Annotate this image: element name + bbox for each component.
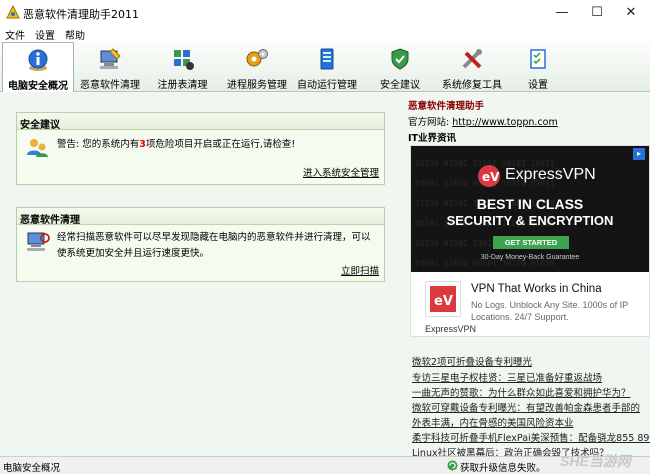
- panel-title: 恶意软件清理: [17, 208, 384, 226]
- scan-now-link[interactable]: 立即扫描: [341, 264, 379, 280]
- security-advice-panel: 安全建议 警告: 您的系统内有3项危险项目开启或正在运行,请检查! 进入系统安全…: [16, 112, 385, 185]
- news-item[interactable]: 微软可穿戴设备专利曝光：有望改善帕金森患者手部的: [412, 400, 640, 414]
- settings-checklist-icon: [530, 49, 546, 69]
- maximize-icon[interactable]: ☐: [580, 0, 614, 24]
- tab-security-overview[interactable]: 电脑安全概况: [2, 42, 74, 93]
- panel-title: 安全建议: [17, 113, 384, 131]
- ad-guarantee: 30-Day Money-Back Guarantee: [480, 254, 580, 261]
- repair-tools-icon: [462, 49, 482, 69]
- ad-desc2: Locations. 24/7 Support.: [471, 312, 569, 322]
- svg-text:eV: eV: [482, 170, 500, 184]
- tab-label: 设置: [528, 80, 548, 91]
- watermark: SHE当游网: [560, 453, 631, 469]
- tab-malware-clean[interactable]: 恶意软件清理: [78, 42, 142, 92]
- tab-process-service[interactable]: 进程服务管理: [226, 42, 288, 92]
- tab-label: 自动运行管理: [297, 80, 357, 91]
- status-left: 电脑安全概况: [3, 463, 61, 474]
- tab-label: 电脑安全概况: [8, 81, 68, 92]
- status-right: 获取升级信息失败。: [460, 463, 546, 474]
- shield-icon: [391, 48, 409, 70]
- news-item[interactable]: 专访三星电子权桂贤：三星已准备好重返战场: [412, 370, 602, 384]
- side-panel: 恶意软件清理助手 官方网站: http://www.toppn.com IT业界…: [408, 92, 650, 459]
- tab-label: 注册表清理: [157, 80, 208, 91]
- tab-security-advice[interactable]: 安全建议: [378, 42, 422, 92]
- ad-line1: BEST IN CLASS: [476, 196, 584, 212]
- app-logo-icon: [6, 5, 20, 19]
- side-title: 恶意软件清理助手: [408, 101, 485, 112]
- expressvpn-logo-icon: eV: [430, 286, 456, 312]
- status-bar: 电脑安全概况 获取升级信息失败。 SHE当游网: [0, 453, 650, 474]
- news-item[interactable]: 柔宇科技可折叠手机FlexPai美深预售：配备骁龙855 899: [412, 430, 650, 444]
- registry-icon: [173, 50, 194, 70]
- startup-icon: [320, 48, 334, 70]
- news-item[interactable]: 外表丰满，内在骨感的美国风险资本业: [412, 415, 574, 429]
- window-title: 恶意软件清理助手2011: [23, 8, 139, 21]
- tab-registry-clean[interactable]: 注册表清理: [155, 42, 210, 92]
- svg-text:eV: eV: [434, 294, 453, 309]
- toolbar: 电脑安全概况 恶意软件清理 注册表清理 进程服务管理 自动运行管理 安全建议 系…: [0, 42, 650, 93]
- gears-icon: [246, 49, 268, 67]
- info-icon: [28, 49, 48, 71]
- ad-logo-box: eV: [425, 281, 461, 317]
- menu-file[interactable]: 文件: [5, 27, 25, 42]
- tab-settings[interactable]: 设置: [523, 42, 553, 92]
- news-title: IT业界资讯: [408, 133, 457, 144]
- tab-label: 系统修复工具: [442, 80, 502, 91]
- ad-hero: 10110 01001 11010 00101 10011 01001 1101…: [411, 146, 649, 272]
- menu-help[interactable]: 帮助: [65, 27, 85, 42]
- malware-desc-line1: 经常扫描恶意软件可以尽早发现隐藏在电脑内的恶意软件并进行清理，可以: [57, 232, 371, 243]
- ad-line2: SECURITY & ENCRYPTION: [446, 213, 614, 228]
- tab-label: 进程服务管理: [227, 80, 287, 91]
- expressvpn-logo-icon: eV: [478, 165, 500, 187]
- ad-desc1: No Logs. Unblock Any Site. 1000s of IP: [471, 300, 629, 310]
- tab-label: 安全建议: [380, 80, 420, 91]
- ad-brand: ExpressVPN: [505, 166, 596, 183]
- title-bar: 恶意软件清理助手2011 — ☐ ✕: [0, 0, 650, 24]
- computer-clean-icon: [100, 48, 121, 69]
- computer-scan-icon: [27, 232, 50, 251]
- minimize-icon[interactable]: —: [545, 0, 579, 24]
- news-item[interactable]: 一曲无声的赞歌：为什么群众如此喜爱和拥护华为？: [412, 385, 631, 399]
- close-icon[interactable]: ✕: [614, 0, 648, 24]
- tab-system-repair[interactable]: 系统修复工具: [442, 42, 502, 92]
- malware-desc-line2: 使系统更加安全并且运行速度更快。: [57, 248, 210, 259]
- users-warning-icon: [27, 139, 48, 157]
- tab-label: 恶意软件清理: [80, 80, 140, 91]
- ad-choices-icon[interactable]: ▸: [633, 148, 645, 160]
- ad-advertiser: ExpressVPN: [425, 324, 477, 334]
- ad-banner[interactable]: 10110 01001 11010 00101 10011 01001 1101…: [410, 145, 650, 337]
- warning-text: 警告: 您的系统内有3项危险项目开启或正在运行,请检查!: [57, 139, 296, 150]
- warning-count: 3: [139, 139, 146, 150]
- official-site-link[interactable]: http://www.toppn.com: [452, 117, 558, 128]
- tab-autorun[interactable]: 自动运行管理: [297, 42, 357, 92]
- news-item[interactable]: 微软2项可折叠设备专利曝光: [412, 354, 532, 368]
- ad-headline: VPN That Works in China: [471, 283, 602, 295]
- menu-bar: 文件 设置 帮助: [0, 24, 650, 42]
- malware-clean-panel: 恶意软件清理 经常扫描恶意软件可以尽早发现隐藏在电脑内的恶意软件并进行清理，可以…: [16, 207, 385, 282]
- ad-cta-button[interactable]: GET STARTED: [493, 236, 569, 249]
- official-site: 官方网站: http://www.toppn.com: [408, 117, 558, 128]
- menu-settings[interactable]: 设置: [35, 27, 55, 42]
- enter-security-manage-link[interactable]: 进入系统安全管理: [303, 166, 379, 182]
- refresh-icon: [447, 460, 458, 471]
